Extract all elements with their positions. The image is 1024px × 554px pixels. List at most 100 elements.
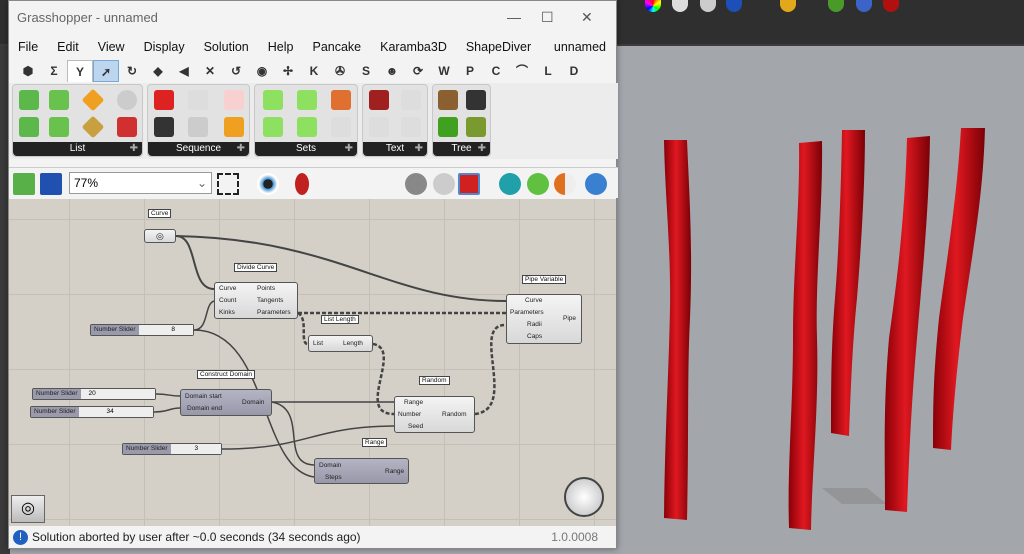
- input-number[interactable]: Number: [398, 411, 421, 418]
- input-domain-start[interactable]: Domain start: [185, 393, 222, 400]
- tree-stump-icon[interactable]: [438, 90, 458, 110]
- output-pipe[interactable]: Pipe: [563, 315, 576, 322]
- bake-icon[interactable]: [499, 173, 521, 195]
- tab-w[interactable]: W: [431, 60, 457, 82]
- menu-edit[interactable]: Edit: [57, 40, 79, 54]
- sphere-icon[interactable]: [672, 0, 688, 12]
- duplicate-icon[interactable]: [188, 117, 208, 137]
- replace-items-icon[interactable]: [81, 115, 105, 139]
- slider-value[interactable]: 3: [170, 444, 221, 454]
- text-case-icon[interactable]: [369, 117, 389, 137]
- menu-shapediver[interactable]: ShapeDiver: [466, 40, 531, 54]
- menu-display[interactable]: Display: [144, 40, 185, 54]
- sort-list-icon[interactable]: [49, 90, 69, 110]
- material-icon[interactable]: [554, 173, 576, 195]
- maximize-button[interactable]: ☐: [541, 9, 554, 26]
- expand-icon[interactable]: ✚: [130, 142, 138, 156]
- preview-wire-icon[interactable]: [405, 173, 427, 195]
- number-slider-seed[interactable]: Number Slider 3: [122, 443, 222, 455]
- tab-curve[interactable]: ↻: [119, 60, 145, 82]
- rhino-viewport[interactable]: [617, 48, 1024, 554]
- output-range[interactable]: Range: [385, 468, 404, 475]
- random-icon[interactable]: [224, 117, 244, 137]
- cull-pattern-icon[interactable]: [117, 90, 137, 110]
- trim-tree-icon[interactable]: [466, 117, 486, 137]
- zoom-extents-icon[interactable]: [217, 173, 239, 195]
- tab-plugin-3[interactable]: ☻: [379, 60, 405, 82]
- tab-maths[interactable]: Σ: [41, 60, 67, 82]
- set-union-icon[interactable]: [263, 90, 283, 110]
- partition-icon[interactable]: [117, 117, 137, 137]
- output-tangents[interactable]: Tangents: [257, 297, 283, 304]
- graft-icon[interactable]: [438, 117, 458, 137]
- output-points[interactable]: Points: [257, 285, 275, 292]
- list-item-icon[interactable]: [19, 90, 39, 110]
- concatenate-icon[interactable]: [401, 90, 421, 110]
- cull-index-icon[interactable]: [154, 90, 174, 110]
- curve-param[interactable]: ◎: [144, 229, 176, 243]
- navigation-widget[interactable]: [564, 477, 604, 517]
- divide-curve-component[interactable]: Curve Count Kinks Points Tangents Parame…: [214, 282, 298, 319]
- fibonacci-icon[interactable]: [224, 90, 244, 110]
- document-name[interactable]: unnamed: [554, 40, 606, 54]
- close-button[interactable]: ✕: [581, 9, 593, 26]
- input-seed[interactable]: Seed: [408, 423, 423, 430]
- input-range[interactable]: Range: [404, 399, 423, 406]
- menu-view[interactable]: View: [98, 40, 125, 54]
- split-list-icon[interactable]: [49, 117, 69, 137]
- list-length-icon[interactable]: [19, 117, 39, 137]
- expand-icon[interactable]: ✚: [345, 142, 353, 156]
- tab-arc[interactable]: ⌒: [509, 60, 535, 82]
- zoom-select[interactable]: 77% ⌄: [69, 172, 212, 194]
- input-domain-end[interactable]: Domain end: [187, 405, 222, 412]
- preview-eye-icon[interactable]: [257, 173, 279, 195]
- text-fragment-icon[interactable]: [369, 90, 389, 110]
- render-icon[interactable]: [726, 0, 742, 12]
- sketch-icon[interactable]: [295, 173, 309, 195]
- menu-file[interactable]: File: [18, 40, 38, 54]
- subset-icon[interactable]: [297, 117, 317, 137]
- expand-icon[interactable]: ✚: [237, 142, 245, 156]
- input-radii[interactable]: Radii: [527, 321, 542, 328]
- menu-help[interactable]: Help: [268, 40, 294, 54]
- input-parameters[interactable]: Parameters: [510, 309, 544, 316]
- shift-list-icon[interactable]: [81, 88, 105, 112]
- param-toggle-icon[interactable]: ◎: [11, 495, 45, 523]
- input-count[interactable]: Count: [219, 297, 236, 304]
- number-slider-end[interactable]: Number Slider 34: [30, 406, 154, 418]
- output-domain[interactable]: Domain: [242, 399, 264, 406]
- output-parameters[interactable]: Parameters: [257, 309, 291, 316]
- preview-mesh-icon[interactable]: [527, 173, 549, 195]
- number-slider-start[interactable]: Number Slider 20: [32, 388, 156, 400]
- tab-transform[interactable]: ↺: [223, 60, 249, 82]
- people-icon[interactable]: [331, 90, 351, 110]
- construct-domain-component[interactable]: Domain start Domain end Domain: [180, 389, 272, 416]
- globe-icon[interactable]: [828, 0, 844, 12]
- grasshopper-canvas[interactable]: Curve ◎ Divide Curve Curve Count Kinks P…: [9, 199, 616, 526]
- tab-shapediver[interactable]: S: [353, 60, 379, 82]
- preview-selected-icon[interactable]: [458, 173, 480, 195]
- cull-pattern-icon[interactable]: [154, 117, 174, 137]
- tab-c[interactable]: C: [483, 60, 509, 82]
- tab-surface[interactable]: ◆: [145, 60, 171, 82]
- tab-plugin-1[interactable]: ✢: [275, 60, 301, 82]
- color-wheel-icon[interactable]: [645, 0, 661, 12]
- output-length[interactable]: Length: [343, 340, 363, 347]
- output-random[interactable]: Random: [442, 411, 467, 418]
- tab-params[interactable]: ⬢: [15, 60, 41, 82]
- input-curve[interactable]: Curve: [219, 285, 236, 292]
- number-slider-count[interactable]: Number Slider 8: [90, 324, 194, 336]
- input-steps[interactable]: Steps: [325, 474, 342, 481]
- input-domain[interactable]: Domain: [319, 462, 341, 469]
- slider-value[interactable]: 34: [78, 407, 153, 417]
- help-icon[interactable]: [856, 0, 872, 12]
- range-component[interactable]: Domain Steps Range: [314, 458, 409, 484]
- set-difference-icon[interactable]: [263, 117, 283, 137]
- pipe-variable-component[interactable]: Curve Parameters Radii Caps Pipe: [506, 294, 582, 344]
- rhino-logo-icon[interactable]: [883, 0, 899, 12]
- info-icon[interactable]: !: [13, 529, 28, 545]
- tab-l[interactable]: L: [535, 60, 561, 82]
- minimize-button[interactable]: —: [507, 9, 521, 25]
- tab-karamba[interactable]: K: [301, 60, 327, 82]
- tab-d[interactable]: D: [561, 60, 587, 82]
